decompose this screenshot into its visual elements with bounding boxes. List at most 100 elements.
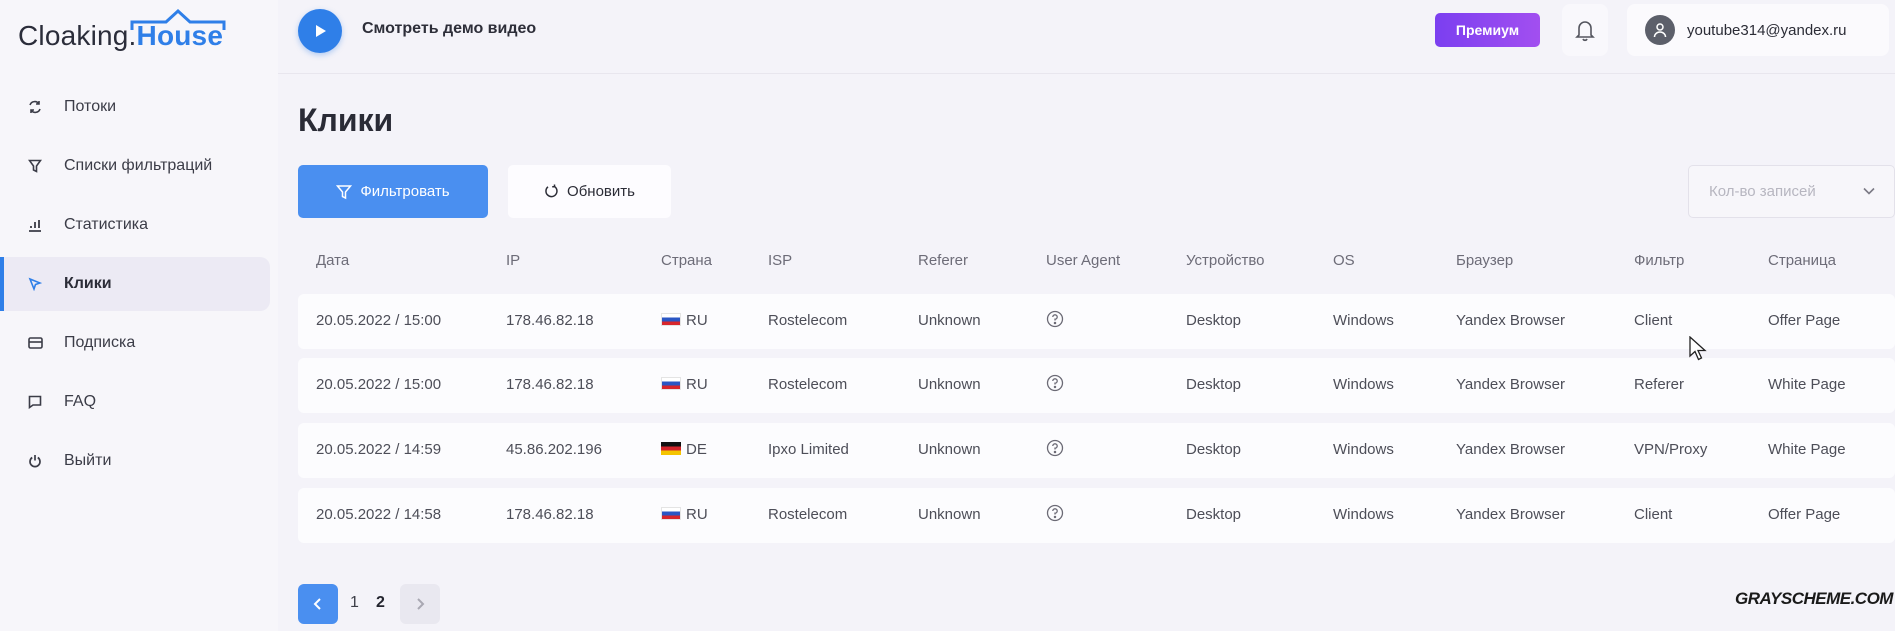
cell-referer: Unknown [918, 376, 981, 393]
column-header[interactable]: Referer [918, 252, 968, 269]
filter-icon [336, 184, 353, 199]
sidebar-item-label: FAQ [64, 393, 97, 410]
sidebar-item-clicks[interactable]: Клики [0, 257, 270, 311]
sidebar: Cloaking.House Потоки Списки фильтраций … [0, 0, 278, 631]
user-menu[interactable]: youtube314@yandex.ru [1627, 4, 1889, 56]
cell-filter: Referer [1634, 376, 1685, 393]
russia-flag-icon [661, 507, 681, 520]
sidebar-item-label: Выйти [64, 452, 112, 469]
question-circle-icon[interactable] [1046, 310, 1064, 332]
cell-page: White Page [1768, 376, 1846, 393]
sidebar-nav: Потоки Списки фильтраций Статистика Клик… [0, 80, 270, 493]
cell-page: Offer Page [1768, 506, 1841, 523]
chevron-down-icon [1863, 187, 1875, 195]
sidebar-item-label: Подписка [64, 334, 136, 351]
cell-isp: Ipxo Limited [768, 441, 849, 458]
cell-browser: Yandex Browser [1456, 506, 1565, 523]
play-demo-button[interactable] [298, 9, 342, 53]
table-row[interactable]: 20.05.2022 / 15:00 178.46.82.18 RU Roste… [298, 358, 1895, 413]
prev-page-button[interactable] [298, 584, 338, 624]
sidebar-item-label: Статистика [64, 216, 149, 233]
cell-referer: Unknown [918, 441, 981, 458]
sidebar-item-label: Клики [64, 275, 112, 292]
column-header[interactable]: IP [506, 252, 520, 269]
cell-isp: Rostelecom [768, 506, 848, 523]
refresh-button-label: Обновить [567, 183, 635, 200]
refresh-button[interactable]: Обновить [508, 165, 671, 218]
cell-browser: Yandex Browser [1456, 312, 1565, 329]
user-email: youtube314@yandex.ru [1687, 21, 1847, 39]
premium-button[interactable]: Премиум [1435, 13, 1540, 47]
column-header[interactable]: Браузер [1456, 252, 1513, 269]
filter-icon [26, 157, 44, 175]
logo-text-cloaking: Cloaking. [18, 20, 137, 51]
sidebar-item-subscription[interactable]: Подписка [0, 316, 270, 370]
chevron-right-icon [417, 598, 425, 610]
cell-country-code: RU [686, 312, 708, 329]
cell-date: 20.05.2022 / 15:00 [316, 376, 442, 393]
question-circle-icon[interactable] [1046, 374, 1064, 396]
cell-referer: Unknown [918, 506, 981, 523]
table-row[interactable]: 20.05.2022 / 14:58 178.46.82.18 RU Roste… [298, 488, 1895, 543]
cell-country: RU [661, 506, 708, 523]
topbar: Смотреть демо видео Премиум youtube314@y… [278, 0, 1895, 74]
question-circle-icon[interactable] [1046, 439, 1064, 461]
logo-roof-icon [130, 8, 226, 30]
mouse-cursor-icon [1689, 336, 1707, 361]
cell-ip: 45.86.202.196 [506, 441, 602, 458]
table-row[interactable]: 20.05.2022 / 14:59 45.86.202.196 DE Ipxo… [298, 423, 1895, 478]
cell-os: Windows [1333, 506, 1394, 523]
cell-country: RU [661, 376, 708, 393]
column-header[interactable]: Фильтр [1634, 252, 1684, 269]
cell-country: DE [661, 441, 707, 458]
cell-filter: Client [1634, 506, 1673, 523]
sidebar-item-statistics[interactable]: Статистика [0, 198, 270, 252]
demo-video-link[interactable]: Смотреть демо видео [362, 20, 536, 38]
cell-country: RU [661, 312, 708, 329]
cell-browser: Yandex Browser [1456, 441, 1565, 458]
sidebar-item-streams[interactable]: Потоки [0, 80, 270, 134]
table-row[interactable]: 20.05.2022 / 15:00 178.46.82.18 RU Roste… [298, 294, 1895, 349]
sidebar-item-label: Потоки [64, 98, 117, 115]
cell-date: 20.05.2022 / 15:00 [316, 312, 442, 329]
sidebar-item-logout[interactable]: Выйти [0, 434, 270, 488]
logo[interactable]: Cloaking.House [18, 8, 226, 60]
cell-isp: Rostelecom [768, 376, 848, 393]
chevron-left-icon [313, 598, 321, 610]
cell-country-code: RU [686, 506, 708, 523]
column-header[interactable]: Дата [316, 252, 349, 269]
avatar [1645, 15, 1675, 45]
page-2-link[interactable]: 2 [376, 594, 385, 612]
column-header[interactable]: Страна [661, 252, 712, 269]
sidebar-item-filter-lists[interactable]: Списки фильтраций [0, 139, 270, 193]
play-icon [316, 25, 326, 37]
column-header[interactable]: Устройство [1186, 252, 1264, 269]
column-header[interactable]: User Agent [1046, 252, 1120, 269]
page-1-link[interactable]: 1 [350, 594, 359, 612]
cell-ip: 178.46.82.18 [506, 312, 594, 329]
russia-flag-icon [661, 377, 681, 390]
filter-button-label: Фильтровать [360, 183, 450, 200]
column-header[interactable]: Страница [1768, 252, 1836, 269]
cell-os: Windows [1333, 312, 1394, 329]
question-circle-icon[interactable] [1046, 504, 1064, 526]
bar-chart-icon [26, 216, 44, 234]
cell-device: Desktop [1186, 441, 1242, 458]
column-header[interactable]: ISP [768, 252, 792, 269]
cell-filter: Client [1634, 312, 1673, 329]
cell-filter: VPN/Proxy [1634, 441, 1708, 458]
filter-button[interactable]: Фильтровать [298, 165, 488, 218]
cell-device: Desktop [1186, 506, 1242, 523]
cell-browser: Yandex Browser [1456, 376, 1565, 393]
records-count-placeholder: Кол-во записей [1709, 183, 1816, 200]
refresh-icon [545, 184, 558, 198]
column-header[interactable]: OS [1333, 252, 1355, 269]
cell-os: Windows [1333, 376, 1394, 393]
sidebar-item-faq[interactable]: FAQ [0, 375, 270, 429]
page-title: Клики [298, 102, 394, 138]
cell-date: 20.05.2022 / 14:59 [316, 441, 442, 458]
germany-flag-icon [661, 442, 681, 455]
notifications-button[interactable] [1562, 4, 1608, 56]
next-page-button[interactable] [400, 584, 440, 624]
records-count-select[interactable]: Кол-во записей [1688, 165, 1895, 218]
